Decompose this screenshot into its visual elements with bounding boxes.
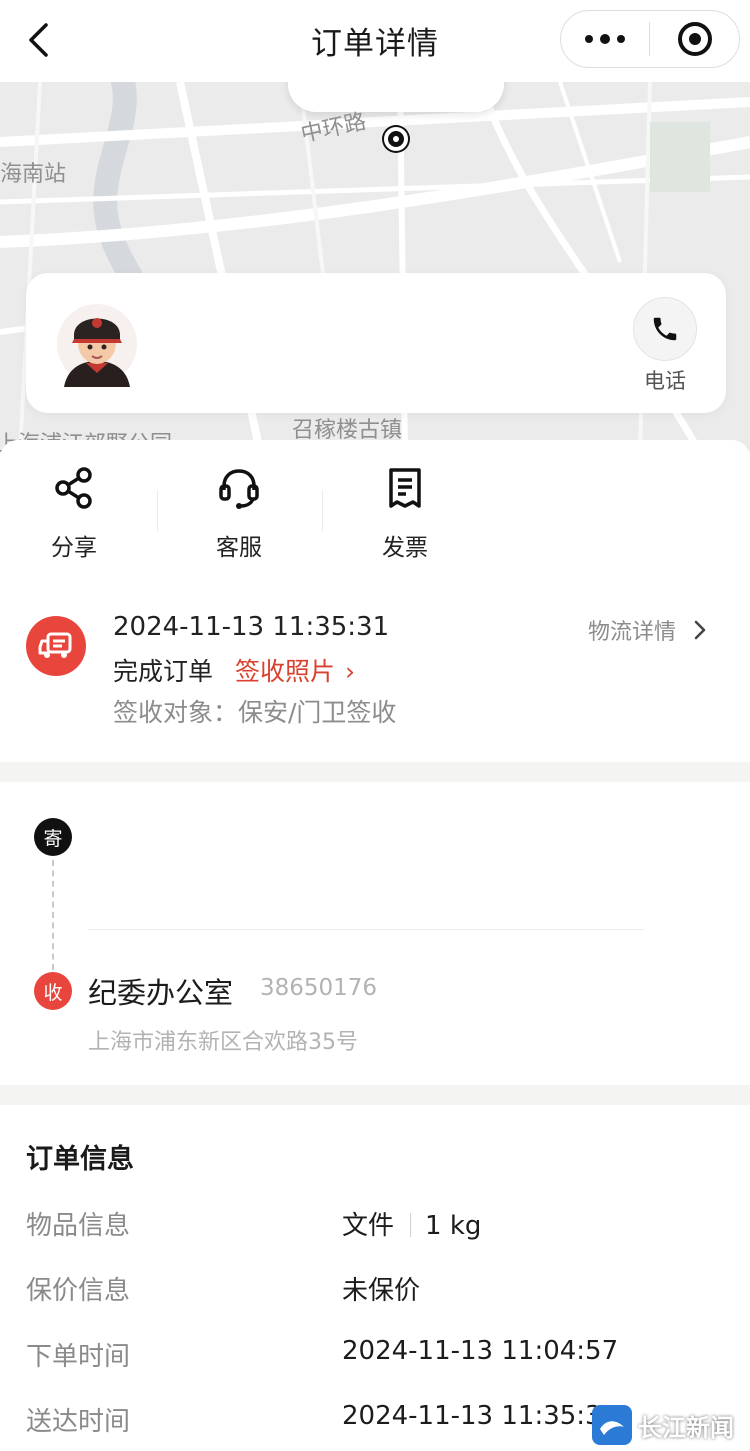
- share-label: 分享: [51, 535, 97, 561]
- news-logo-icon: [592, 1405, 632, 1445]
- share-button[interactable]: 分享: [24, 464, 124, 562]
- location-marker-icon: [384, 127, 408, 151]
- close-mini-program-button[interactable]: [650, 11, 739, 67]
- logistics-label: 物流详情: [587, 620, 676, 645]
- action-divider: [322, 490, 323, 532]
- delivery-time-label: 送达时间: [26, 1407, 131, 1437]
- sender-tag: 寄: [34, 818, 72, 856]
- more-options-button[interactable]: [561, 11, 649, 67]
- item-info-value: 文件 1 kg: [342, 1205, 481, 1242]
- status-time: 2024-11-13 11:35:31: [113, 612, 390, 642]
- mini-program-capsule: [560, 10, 740, 68]
- item-type: 文件: [342, 1211, 395, 1241]
- invoice-icon: [355, 464, 455, 512]
- courier-avatar: [57, 304, 137, 387]
- delivery-truck-icon: [26, 616, 86, 676]
- customer-service-button[interactable]: 客服: [189, 464, 289, 562]
- share-icon: [24, 464, 124, 512]
- status-line: 完成订单 签收照片 ›: [113, 652, 355, 688]
- customer-service-label: 客服: [216, 535, 262, 561]
- status-state: 完成订单: [113, 657, 214, 686]
- dot-icon: [600, 34, 610, 44]
- insurance-info-value: 未保价: [342, 1276, 421, 1306]
- invoice-button[interactable]: 发票: [355, 464, 455, 562]
- order-time-value: 2024-11-13 11:04:57: [342, 1336, 619, 1366]
- courier-card: 电话: [26, 273, 726, 413]
- address-panel: 寄 收 纪委办公室 38650176 上海市浦东新区合欢路35号: [0, 782, 750, 1085]
- map-label-station: 海南站: [0, 162, 67, 187]
- route-connector: [52, 860, 54, 970]
- item-info-label: 物品信息: [26, 1211, 131, 1241]
- item-weight: 1 kg: [425, 1211, 482, 1241]
- logistics-detail-link[interactable]: 物流详情: [588, 614, 706, 646]
- call-courier-button[interactable]: 电话: [630, 297, 700, 395]
- order-time-label: 下单时间: [26, 1342, 131, 1372]
- map-location-bubble: [288, 82, 504, 112]
- headset-icon: [189, 464, 289, 512]
- nav-bar: 订单详情: [0, 0, 750, 82]
- target-icon: [677, 22, 712, 56]
- dot-icon: [617, 35, 625, 43]
- phone-icon: [633, 297, 697, 361]
- order-info-panel: 订单信息 物品信息 文件 1 kg 保价信息 未保价 下单时间 2024-11-1…: [0, 1105, 750, 1451]
- news-watermark: 长江新闻: [592, 1402, 748, 1448]
- delivery-time-value: 2024-11-13 11:35:31: [342, 1401, 619, 1431]
- receiver-name: 纪委办公室: [88, 976, 234, 1010]
- insurance-info-label: 保价信息: [26, 1276, 131, 1306]
- invoice-label: 发票: [382, 535, 428, 561]
- address-divider: [88, 929, 644, 930]
- watermark-text: 长江新闻: [638, 1413, 734, 1442]
- order-info-title: 订单信息: [26, 1144, 134, 1175]
- phone-label: 电话: [644, 369, 686, 393]
- receiver-phone: 38650176: [260, 975, 378, 1001]
- signer-info: 签收对象：保安/门卫签收: [113, 698, 397, 727]
- receiver-tag: 收: [34, 972, 72, 1010]
- order-status-panel: 分享 客服 发票 2024-11-13 11:35:31 完成订单 签收照片 › 签…: [0, 440, 750, 762]
- chevron-right-icon: ›: [345, 657, 356, 686]
- value-divider: [410, 1213, 412, 1237]
- dot-icon: [585, 35, 593, 43]
- action-divider: [157, 490, 158, 532]
- sign-photo-link[interactable]: 签收照片: [235, 657, 335, 686]
- receiver-address: 上海市浦东新区合欢路35号: [88, 1030, 358, 1055]
- chevron-right-icon: [694, 620, 706, 640]
